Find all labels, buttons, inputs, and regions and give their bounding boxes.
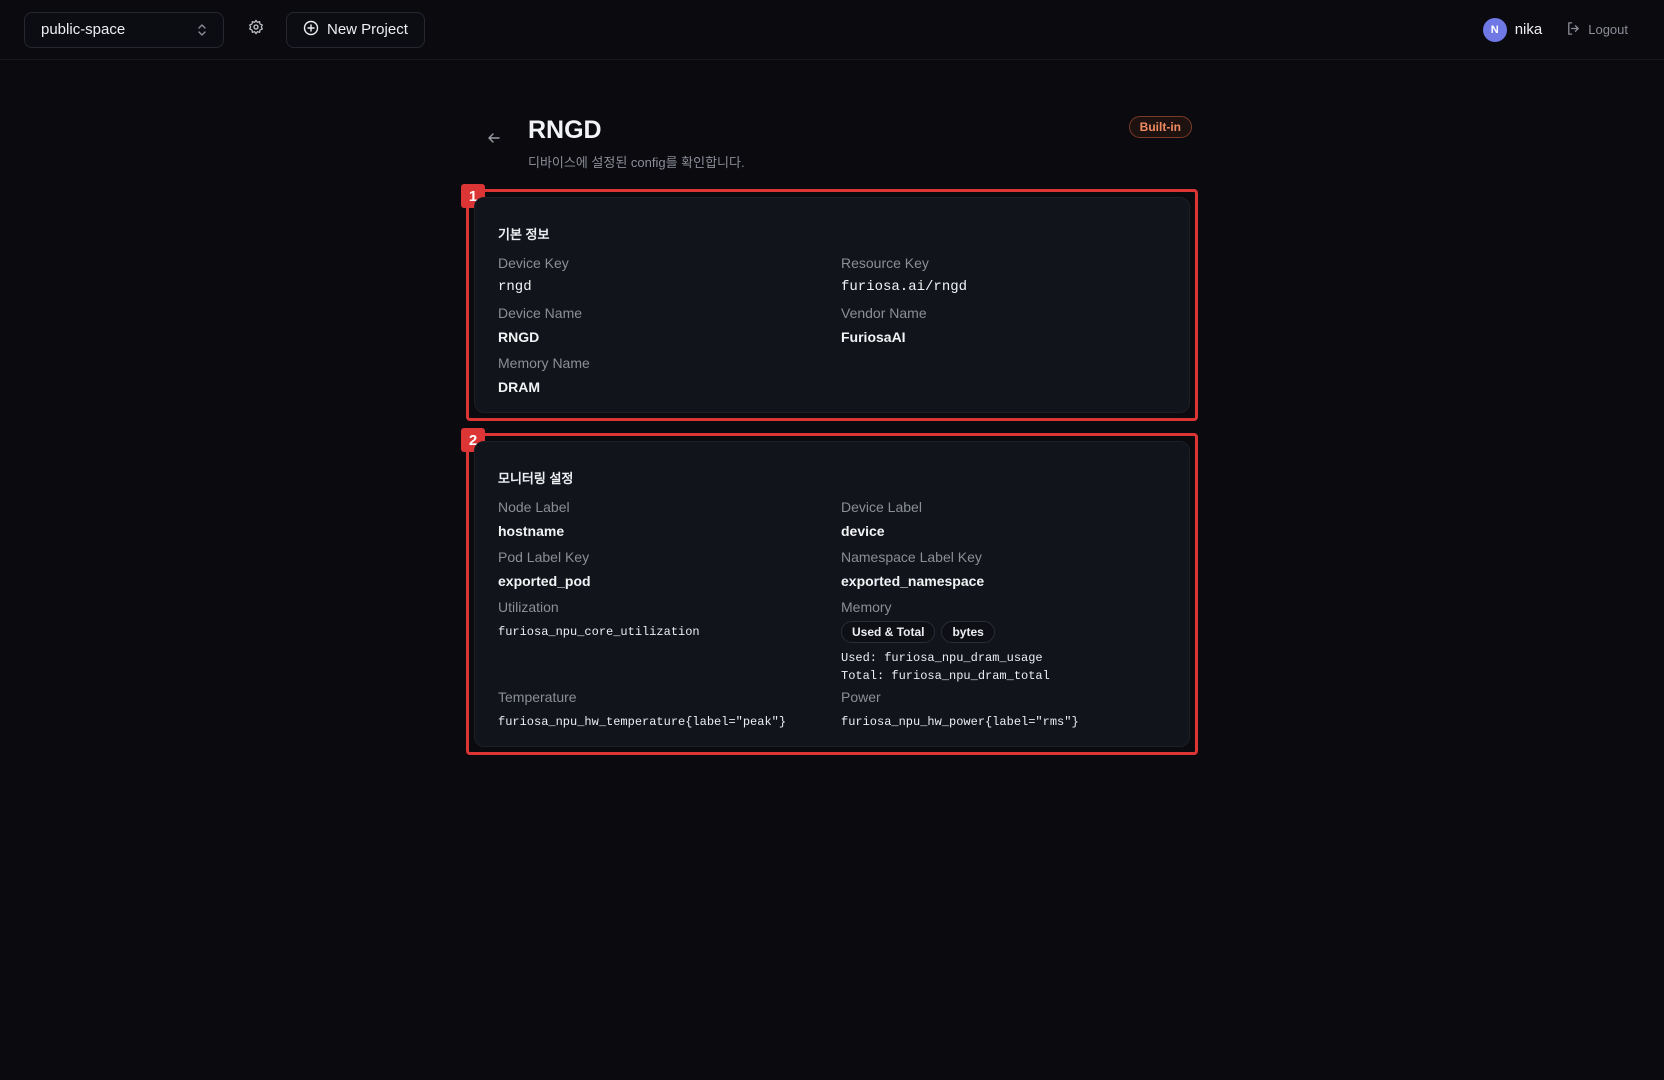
field-label: Memory <box>841 599 892 615</box>
logout-label: Logout <box>1588 22 1628 37</box>
namespace-label-key-field: Namespace Label Key exported_namespace <box>841 547 1171 597</box>
basic-info-highlight: 1 기본 정보 Device Key rngd Resource Key fur… <box>461 184 1198 421</box>
page-header: RNGD 디바이스에 설정된 config를 확인합니다. Built-in <box>480 110 1192 170</box>
device-name-field: Device Name RNGD <box>498 303 841 353</box>
new-project-button[interactable]: New Project <box>286 11 425 48</box>
field-label: Resource Key <box>841 255 929 271</box>
memory-chips: Used & Total bytes <box>841 621 1171 643</box>
memory-metrics: Used: furiosa_npu_dram_usage Total: furi… <box>841 649 1171 685</box>
memory-unit-chip: bytes <box>941 621 995 643</box>
namespace-label-key-value: exported_namespace <box>841 573 985 589</box>
workspace-select[interactable]: public-space <box>24 11 224 48</box>
user-area: N nika Logout <box>1482 17 1640 42</box>
resource-key-value: furiosa.ai/rngd <box>841 279 968 295</box>
field-label: Temperature <box>498 689 577 705</box>
monitoring-settings-card: 모니터링 설정 Node Label hostname Device Label… <box>474 441 1190 747</box>
back-button[interactable] <box>480 128 508 150</box>
username: nika <box>1514 21 1543 38</box>
memory-field: Memory Used & Total bytes Used: furiosa_… <box>841 597 1171 687</box>
field-label: Vendor Name <box>841 305 927 321</box>
pod-label-key-field: Pod Label Key exported_pod <box>498 547 841 597</box>
logout-button[interactable]: Logout <box>1566 21 1628 39</box>
new-project-label: New Project <box>327 21 408 38</box>
basic-info-card: 기본 정보 Device Key rngd Resource Key furio… <box>474 197 1190 413</box>
field-label: Device Name <box>498 305 583 321</box>
memory-mode-chip: Used & Total <box>841 621 936 643</box>
field-label: Device Label <box>841 499 922 515</box>
temperature-value: furiosa_npu_hw_temperature{label="peak"} <box>498 715 787 729</box>
page-subtitle: 디바이스에 설정된 config를 확인합니다. <box>528 155 745 170</box>
field-label: Pod Label Key <box>498 549 590 565</box>
device-name-value: RNGD <box>498 329 540 345</box>
vendor-name-field: Vendor Name FuriosaAI <box>841 303 1171 353</box>
field-label: Namespace Label Key <box>841 549 982 565</box>
utilization-field: Utilization furiosa_npu_core_utilization <box>498 597 841 687</box>
device-key-value: rngd <box>498 279 532 295</box>
avatar[interactable]: N <box>1482 17 1507 42</box>
monitoring-settings-highlight: 2 모니터링 설정 Node Label hostname Device Lab… <box>461 428 1198 755</box>
node-label-value: hostname <box>498 523 565 539</box>
memory-name-field: Memory Name DRAM <box>498 353 841 403</box>
monitoring-grid: Node Label hostname Device Label device … <box>498 497 1166 737</box>
memory-name-value: DRAM <box>498 379 540 395</box>
device-label-field: Device Label device <box>841 497 1171 547</box>
power-value: furiosa_npu_hw_power{label="rms"} <box>841 715 1079 729</box>
pod-label-key-value: exported_pod <box>498 573 591 589</box>
vendor-name-value: FuriosaAI <box>841 329 906 345</box>
field-label: Device Key <box>498 255 569 271</box>
field-label: Utilization <box>498 599 559 615</box>
page-title: RNGD <box>528 116 602 144</box>
device-key-field: Device Key rngd <box>498 253 841 303</box>
field-label: Node Label <box>498 499 570 515</box>
settings-button[interactable] <box>238 12 274 48</box>
utilization-value: furiosa_npu_core_utilization <box>498 625 700 639</box>
top-bar: public-space New Project N nika Logout <box>0 0 1664 60</box>
arrow-left-icon <box>480 132 501 149</box>
plus-circle-icon <box>303 20 319 40</box>
gear-icon <box>248 19 264 40</box>
workspace-name: public-space <box>41 21 126 38</box>
resource-key-field: Resource Key furiosa.ai/rngd <box>841 253 1171 303</box>
node-label-field: Node Label hostname <box>498 497 841 547</box>
field-label: Power <box>841 689 881 705</box>
built-in-badge: Built-in <box>1128 116 1192 138</box>
field-label: Memory Name <box>498 355 590 371</box>
card-title: 모니터링 설정 <box>498 471 574 486</box>
device-label-value: device <box>841 523 885 539</box>
memory-total-metric: Total: furiosa_npu_dram_total <box>841 669 1050 683</box>
memory-used-metric: Used: furiosa_npu_dram_usage <box>841 651 1043 665</box>
basic-info-grid: Device Key rngd Resource Key furiosa.ai/… <box>498 253 1166 403</box>
power-field: Power furiosa_npu_hw_power{label="rms"} <box>841 687 1171 737</box>
logout-icon <box>1566 21 1581 39</box>
card-title: 기본 정보 <box>498 227 550 242</box>
chevron-up-down-icon <box>197 23 207 37</box>
temperature-field: Temperature furiosa_npu_hw_temperature{l… <box>498 687 841 737</box>
